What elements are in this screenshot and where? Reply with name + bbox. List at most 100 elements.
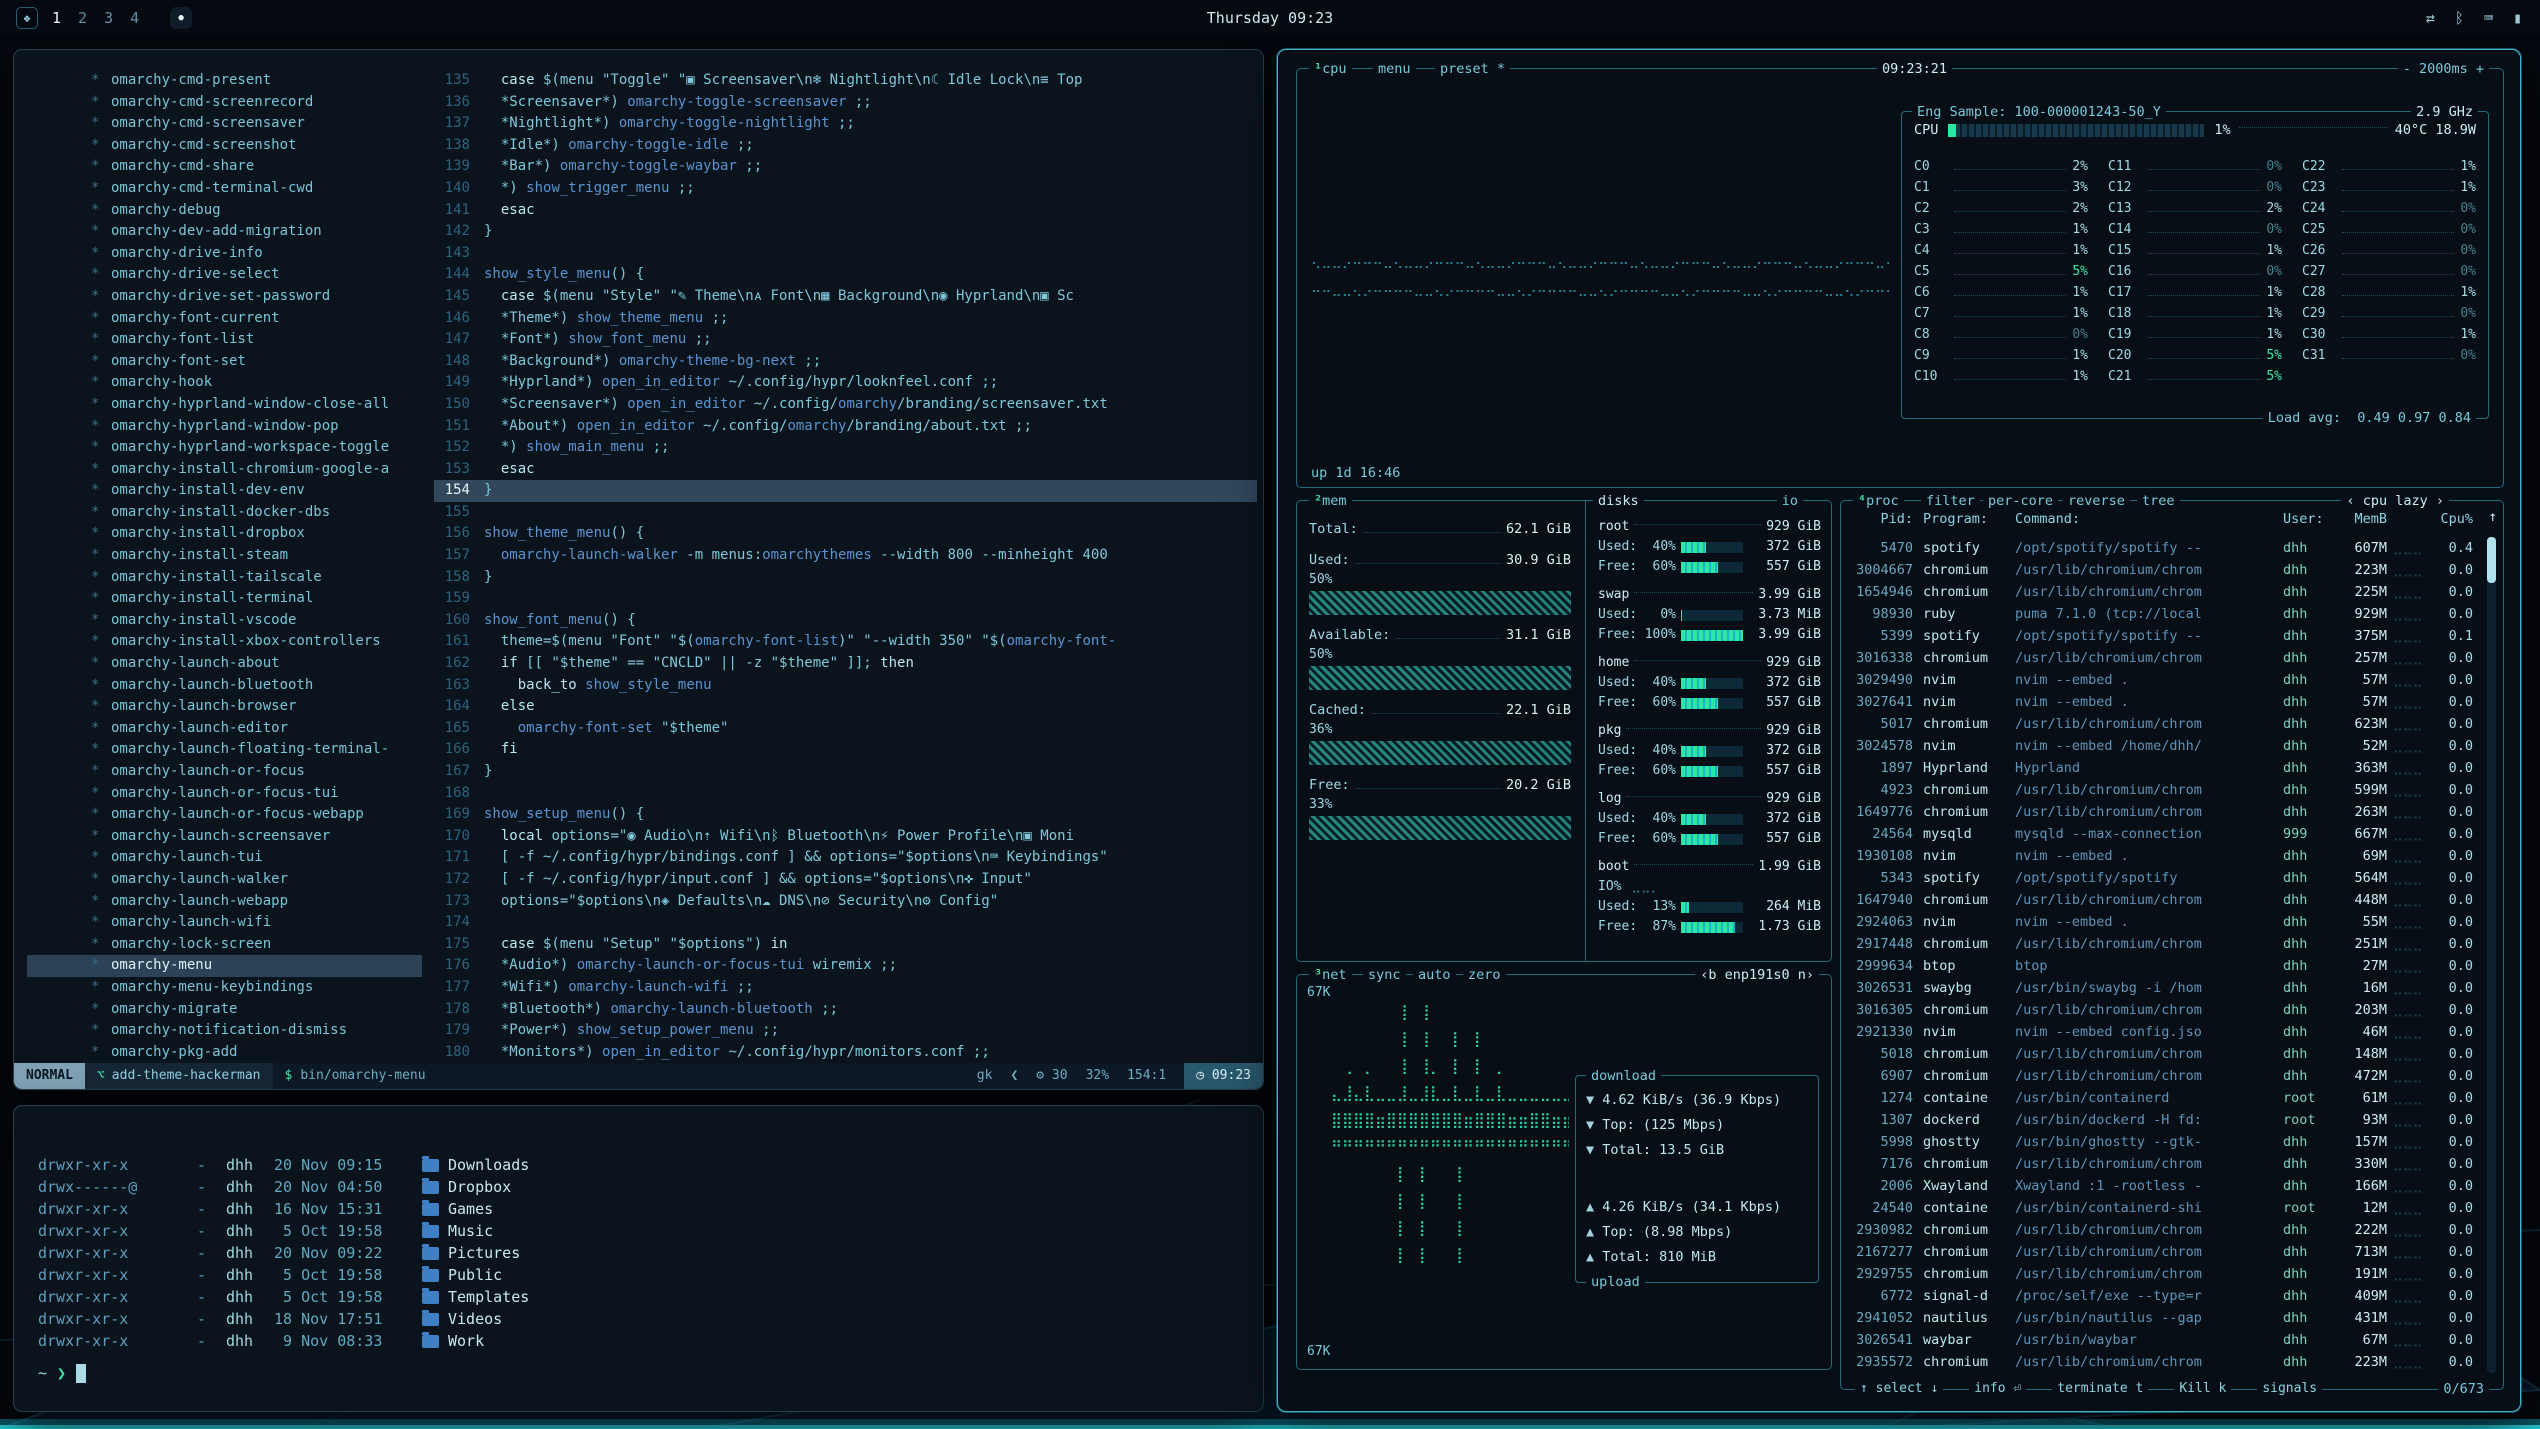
file-tree-item[interactable]: *omarchy-install-terminal bbox=[27, 588, 422, 610]
io-tab[interactable]: io bbox=[1777, 491, 1803, 511]
process-row[interactable]: 3029490nvimnvim --embed .dhh57M⣀⣀⣀0.0 bbox=[1851, 669, 2473, 691]
file-tree-item[interactable]: *omarchy-launch-editor bbox=[27, 718, 422, 740]
proc-panel-title[interactable]: ⁴proc bbox=[1853, 491, 1904, 511]
code-line[interactable]: 151 *About*) open_in_editor ~/.config/om… bbox=[434, 416, 1257, 438]
code-line[interactable]: 168 bbox=[434, 783, 1257, 805]
file-tree-item[interactable]: *omarchy-dev-add-migration bbox=[27, 221, 422, 243]
file-tree-item[interactable]: *omarchy-debug bbox=[27, 200, 422, 222]
process-row[interactable]: 2924063nvimnvim --embed .dhh55M⣀⣀⣀0.0 bbox=[1851, 911, 2473, 933]
code-line[interactable]: 160show_font_menu() { bbox=[434, 610, 1257, 632]
process-row[interactable]: 2929755chromium/usr/lib/chromium/chromdh… bbox=[1851, 1263, 2473, 1285]
process-row[interactable]: 2921330nvimnvim --embed config.jsodhh46M… bbox=[1851, 1021, 2473, 1043]
process-row[interactable]: 1274containe/usr/bin/containerdroot61M⣀⣀… bbox=[1851, 1087, 2473, 1109]
net-zero-tab[interactable]: zero bbox=[1463, 965, 1506, 985]
file-tree-item[interactable]: *omarchy-install-docker-dbs bbox=[27, 502, 422, 524]
code-line[interactable]: 139 *Bar*) omarchy-toggle-waybar ;; bbox=[434, 156, 1257, 178]
code-line[interactable]: 147 *Font*) show_font_menu ;; bbox=[434, 329, 1257, 351]
directory-name[interactable]: Templates bbox=[448, 1286, 529, 1308]
file-tree-item[interactable]: *omarchy-launch-or-focus-webapp bbox=[27, 804, 422, 826]
update-interval-control[interactable]: - 2000ms + bbox=[2398, 59, 2489, 79]
file-tree-item[interactable]: *omarchy-migrate bbox=[27, 999, 422, 1021]
code-line[interactable]: 138 *Idle*) omarchy-toggle-idle ;; bbox=[434, 135, 1257, 157]
file-tree-item[interactable]: *omarchy-launch-tui bbox=[27, 847, 422, 869]
file-tree-item[interactable]: *omarchy-install-tailscale bbox=[27, 567, 422, 589]
code-line[interactable]: 140 *) show_trigger_menu ;; bbox=[434, 178, 1257, 200]
code-line[interactable]: 174 bbox=[434, 912, 1257, 934]
process-row[interactable]: 98930rubypuma 7.1.0 (tcp://localdhh929M⣀… bbox=[1851, 603, 2473, 625]
process-row[interactable]: 3016338chromium/usr/lib/chromium/chromdh… bbox=[1851, 647, 2473, 669]
directory-name[interactable]: Dropbox bbox=[448, 1176, 511, 1198]
file-tree-item[interactable]: *omarchy-drive-info bbox=[27, 243, 422, 265]
process-row[interactable]: 24540containe/usr/bin/containerd-shiroot… bbox=[1851, 1197, 2473, 1219]
process-row[interactable]: 5998ghostty/usr/bin/ghostty --gtk-dhh157… bbox=[1851, 1131, 2473, 1153]
file-tree-item[interactable]: *omarchy-font-list bbox=[27, 329, 422, 351]
net-auto-tab[interactable]: auto bbox=[1413, 965, 1456, 985]
file-tree-item[interactable]: *omarchy-hyprland-window-close-all bbox=[27, 394, 422, 416]
workspace-3[interactable]: 3 bbox=[104, 9, 113, 27]
code-line[interactable]: 156show_theme_menu() { bbox=[434, 523, 1257, 545]
process-row[interactable]: 2917448chromium/usr/lib/chromium/chromdh… bbox=[1851, 933, 2473, 955]
process-row[interactable]: 5343spotify/opt/spotify/spotifydhh564M⣀⣀… bbox=[1851, 867, 2473, 889]
directory-name[interactable]: Games bbox=[448, 1198, 493, 1220]
process-row[interactable]: 5018chromium/usr/lib/chromium/chromdhh14… bbox=[1851, 1043, 2473, 1065]
file-tree-item[interactable]: *omarchy-cmd-terminal-cwd bbox=[27, 178, 422, 200]
directory-name[interactable]: Work bbox=[448, 1330, 484, 1352]
code-line[interactable]: 169show_setup_menu() { bbox=[434, 804, 1257, 826]
process-row[interactable]: 2006XwaylandXwayland :1 -rootless -dhh16… bbox=[1851, 1175, 2473, 1197]
code-line[interactable]: 149 *Hyprland*) open_in_editor ~/.config… bbox=[434, 372, 1257, 394]
scroll-up-icon[interactable]: ↑ bbox=[2489, 509, 2497, 525]
keyboard-icon[interactable]: ⌨ bbox=[2484, 0, 2493, 36]
process-row[interactable]: 3026531swaybg/usr/bin/swaybg -i /homdhh1… bbox=[1851, 977, 2473, 999]
code-line[interactable]: 163 back_to show_style_menu bbox=[434, 675, 1257, 697]
process-row[interactable]: 3027641nvimnvim --embed .dhh57M⣀⣀⣀0.0 bbox=[1851, 691, 2473, 713]
process-row[interactable]: 2167277chromium/usr/lib/chromium/chromdh… bbox=[1851, 1241, 2473, 1263]
cpu-panel-title[interactable]: ¹cpu bbox=[1309, 59, 1352, 79]
file-tree-item[interactable]: *omarchy-launch-floating-terminal- bbox=[27, 739, 422, 761]
code-line[interactable]: 159 bbox=[434, 588, 1257, 610]
code-line[interactable]: 148 *Background*) omarchy-theme-bg-next … bbox=[434, 351, 1257, 373]
code-line[interactable]: 164 else bbox=[434, 696, 1257, 718]
proc-key-hint[interactable]: Kill k bbox=[2174, 1379, 2231, 1399]
file-tree-item[interactable]: *omarchy-hyprland-workspace-toggle bbox=[27, 437, 422, 459]
net-panel-title[interactable]: ³net bbox=[1309, 965, 1352, 985]
workspace-1[interactable]: 1 bbox=[52, 9, 61, 27]
code-line[interactable]: 173 options="$options\n◈ Defaults\n☁ DNS… bbox=[434, 891, 1257, 913]
screencast-icon[interactable]: ⇄ bbox=[2426, 0, 2435, 36]
process-row[interactable]: 2935572chromium/usr/lib/chromium/chromdh… bbox=[1851, 1351, 2473, 1373]
proc-reverse-tab[interactable]: reverse bbox=[2063, 491, 2130, 511]
process-row[interactable]: 2930982chromium/usr/lib/chromium/chromdh… bbox=[1851, 1219, 2473, 1241]
process-row[interactable]: 1930108nvimnvim --embed .dhh69M⣀⣀⣀0.0 bbox=[1851, 845, 2473, 867]
code-line[interactable]: 144show_style_menu() { bbox=[434, 264, 1257, 286]
process-row[interactable]: 1649776chromium/usr/lib/chromium/chromdh… bbox=[1851, 801, 2473, 823]
code-line[interactable]: 177 *Wifi*) omarchy-launch-wifi ;; bbox=[434, 977, 1257, 999]
process-row[interactable]: 4923chromium/usr/lib/chromium/chromdhh59… bbox=[1851, 779, 2473, 801]
code-line[interactable]: 154} bbox=[434, 480, 1257, 502]
process-row[interactable]: 5017chromium/usr/lib/chromium/chromdhh62… bbox=[1851, 713, 2473, 735]
process-row[interactable]: 6907chromium/usr/lib/chromium/chromdhh47… bbox=[1851, 1065, 2473, 1087]
code-line[interactable]: 178 *Bluetooth*) omarchy-launch-bluetoot… bbox=[434, 999, 1257, 1021]
disks-tab[interactable]: disks bbox=[1593, 491, 1644, 511]
net-interface-selector[interactable]: ‹b enp191s0 n› bbox=[1695, 965, 1819, 985]
file-tree-item[interactable]: *omarchy-launch-wifi bbox=[27, 912, 422, 934]
process-row[interactable]: 6772signal-d/proc/self/exe --type=rdhh40… bbox=[1851, 1285, 2473, 1307]
file-tree-item[interactable]: *omarchy-install-dev-env bbox=[27, 480, 422, 502]
file-tree-item[interactable]: *omarchy-launch-about bbox=[27, 653, 422, 675]
process-scrollbar[interactable] bbox=[2487, 537, 2496, 1373]
process-row[interactable]: 1307dockerd/usr/bin/dockerd -H fd:root93… bbox=[1851, 1109, 2473, 1131]
file-tree-item[interactable]: *omarchy-install-xbox-controllers bbox=[27, 631, 422, 653]
file-tree-item[interactable]: *omarchy-cmd-screenrecord bbox=[27, 92, 422, 114]
file-tree-item[interactable]: *omarchy-launch-browser bbox=[27, 696, 422, 718]
code-line[interactable]: 141 esac bbox=[434, 200, 1257, 222]
proc-key-hint[interactable]: signals bbox=[2257, 1379, 2322, 1399]
process-row[interactable]: 3004667chromium/usr/lib/chromium/chromdh… bbox=[1851, 559, 2473, 581]
proc-tree-tab[interactable]: tree bbox=[2137, 491, 2180, 511]
process-row[interactable]: 7176chromium/usr/lib/chromium/chromdhh33… bbox=[1851, 1153, 2473, 1175]
directory-name[interactable]: Videos bbox=[448, 1308, 502, 1330]
file-tree-item[interactable]: *omarchy-launch-bluetooth bbox=[27, 675, 422, 697]
proc-sort-selector[interactable]: ‹ cpu lazy › bbox=[2341, 491, 2449, 511]
file-tree-item[interactable]: *omarchy-launch-or-focus-tui bbox=[27, 783, 422, 805]
proc-key-hint[interactable]: terminate t bbox=[2052, 1379, 2148, 1399]
menu-button[interactable]: menu bbox=[1373, 59, 1416, 79]
code-line[interactable]: 171 [ -f ~/.config/hypr/bindings.conf ] … bbox=[434, 847, 1257, 869]
process-row[interactable]: 3016305chromium/usr/lib/chromium/chromdh… bbox=[1851, 999, 2473, 1021]
